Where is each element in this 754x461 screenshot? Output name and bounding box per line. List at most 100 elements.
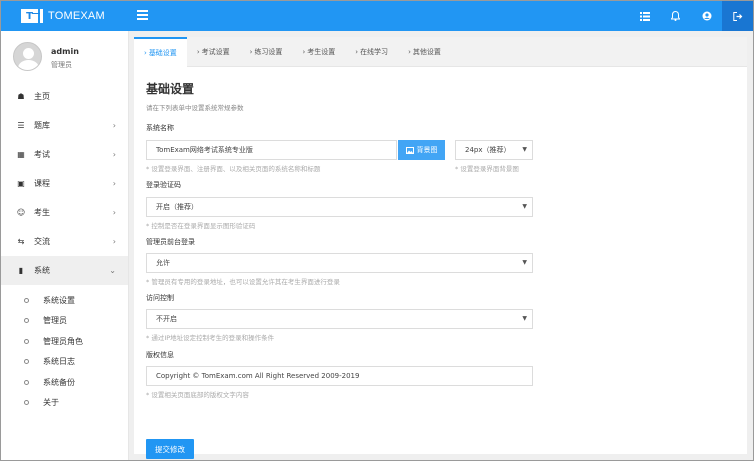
calendar-icon: ▦: [17, 150, 25, 159]
page-title: 基础设置: [146, 82, 195, 96]
settings-panel: › 基础设置 › 考试设置 › 练习设置 › 考生设置 › 在线学习 › 其他设置 基础设置…: [134, 37, 747, 459]
admin-login-help: * 管理员有专用的登录地址，也可以设置允许其在考生界面进行登录: [146, 278, 340, 286]
sidebar-item-system[interactable]: ▮ 系统 ⌄: [1, 256, 128, 285]
sidebar-menu: ☗ 主页 ☰ 题库 › ▦ 考试 › ▣ 课程 › ☺ 考生 › ⇆ 交流 › …: [1, 82, 128, 413]
tab-online-learning[interactable]: › 在线学习: [345, 37, 398, 67]
admin-login-select[interactable]: 允许 ▼: [146, 253, 533, 273]
submenu-label: 关于: [43, 398, 59, 408]
font-size-select[interactable]: 24px（推荐） ▼: [455, 140, 533, 160]
background-image-button[interactable]: 背景图: [398, 140, 445, 160]
submenu-item-admin-roles[interactable]: 管理员角色: [1, 331, 128, 352]
logo-bar: [32, 9, 43, 23]
font-size-help: * 设置登录界面背景图: [455, 165, 519, 173]
user-circle-icon[interactable]: [691, 1, 722, 31]
book-icon: ▣: [17, 179, 25, 188]
caret-down-icon: ▼: [522, 315, 527, 322]
system-name-help: * 设置登录界面、注册界面、以及相关页面的系统名称和标题: [146, 165, 321, 173]
chevron-right-icon: ›: [112, 179, 116, 188]
submenu-item-system-backup[interactable]: 系统备份: [1, 372, 128, 393]
database-icon: ☰: [17, 121, 25, 130]
tab-bar: › 基础设置 › 考试设置 › 练习设置 › 考生设置 › 在线学习 › 其他设置: [134, 37, 747, 67]
submenu-item-system-log[interactable]: 系统日志: [1, 352, 128, 373]
sidebar: admin 管理员 ☗ 主页 ☰ 题库 › ▦ 考试 › ▣ 课程 › ☺ 考生…: [1, 31, 129, 460]
tab-basic-settings[interactable]: › 基础设置: [134, 37, 187, 67]
user-icon: ☺: [16, 208, 26, 217]
tab-label: 在线学习: [360, 48, 389, 56]
avatar[interactable]: [13, 42, 42, 71]
circle-icon: [24, 400, 29, 406]
main-content: › 基础设置 › 考试设置 › 练习设置 › 考生设置 › 在线学习 › 其他设置 基础设置…: [129, 31, 753, 460]
submenu-label: 系统设置: [43, 295, 75, 305]
sidebar-item-exam[interactable]: ▦ 考试 ›: [1, 140, 128, 169]
submenu-item-system-settings[interactable]: 系统设置: [1, 290, 128, 311]
admin-login-label: 管理员前台登录: [146, 238, 195, 246]
tab-exam-settings[interactable]: › 考试设置: [187, 37, 240, 67]
top-bar: T TOMEXAM: [1, 1, 753, 31]
access-control-label: 访问控制: [146, 294, 174, 302]
login-captcha-value: 开启（推荐）: [156, 203, 198, 211]
sidebar-item-label: 系统: [34, 266, 50, 275]
access-control-select[interactable]: 不开启 ▼: [146, 309, 533, 329]
chevron-down-icon: ⌄: [109, 266, 116, 275]
sidebar-item-candidates[interactable]: ☺ 考生 ›: [1, 198, 128, 227]
chevron-right-icon: ›: [112, 237, 116, 246]
sidebar-item-label: 考生: [34, 208, 50, 217]
tab-label: 考试设置: [201, 48, 230, 56]
login-captcha-help: * 控制是否在登录界面显示图形验证码: [146, 222, 256, 230]
submenu-label: 系统备份: [43, 377, 75, 387]
background-image-button-label: 背景图: [416, 146, 438, 154]
login-captcha-select[interactable]: 开启（推荐） ▼: [146, 197, 533, 217]
logo-icon: T: [21, 9, 38, 23]
sidebar-item-label: 题库: [34, 121, 50, 130]
circle-icon: [24, 338, 29, 344]
app-window: T TOMEXAM admin 管理员 ☗ 主页 ☰ 题库 › ▦ 考试 › ▣…: [0, 0, 754, 461]
hamburger-icon[interactable]: [137, 10, 148, 21]
tab-label: 其他设置: [412, 48, 441, 56]
submenu-label: 管理员角色: [43, 336, 83, 346]
sidebar-item-label: 交流: [34, 237, 50, 246]
submit-button[interactable]: 提交修改: [146, 439, 194, 459]
shuffle-icon: ⇆: [17, 237, 25, 246]
copyright-label: 版权信息: [146, 351, 174, 359]
copyright-input[interactable]: Copyright © TomExam.com All Right Reserv…: [146, 366, 533, 386]
sidebar-item-question-bank[interactable]: ☰ 题库 ›: [1, 111, 128, 140]
tab-label: 练习设置: [254, 48, 283, 56]
sidebar-item-course[interactable]: ▣ 课程 ›: [1, 169, 128, 198]
page-subtitle: 请在下列表单中设置系统常规参数: [146, 104, 244, 112]
sidebar-item-label: 课程: [34, 179, 50, 188]
tab-label: 考生设置: [307, 48, 336, 56]
brand-name: TOMEXAM: [48, 10, 105, 22]
caret-down-icon: ▼: [522, 203, 527, 210]
brand[interactable]: T TOMEXAM: [21, 8, 105, 24]
submenu-item-about[interactable]: 关于: [1, 393, 128, 414]
submenu-item-admins[interactable]: 管理员: [1, 311, 128, 332]
tab-practice-settings[interactable]: › 练习设置: [240, 37, 293, 67]
image-icon: [405, 146, 414, 154]
tab-candidate-settings[interactable]: › 考生设置: [292, 37, 345, 67]
circle-icon: [24, 379, 29, 385]
sidebar-item-home[interactable]: ☗ 主页: [1, 82, 128, 111]
submenu-label: 系统日志: [43, 357, 75, 367]
mobile-icon: ▮: [18, 266, 24, 275]
sidebar-item-communication[interactable]: ⇆ 交流 ›: [1, 227, 128, 256]
circle-icon: [24, 297, 29, 303]
access-control-value: 不开启: [156, 315, 177, 323]
tab-other-settings[interactable]: › 其他设置: [398, 37, 451, 67]
copyright-help: * 设置相关页面底部的版权文字内容: [146, 391, 249, 399]
circle-icon: [24, 318, 29, 324]
list-icon[interactable]: [629, 1, 660, 31]
system-submenu: 系统设置 管理员 管理员角色 系统日志 系统备份 关于: [1, 285, 128, 413]
home-icon: ☗: [17, 92, 25, 101]
submenu-label: 管理员: [43, 316, 67, 326]
admin-login-value: 允许: [156, 259, 170, 267]
login-captcha-label: 登录验证码: [146, 181, 181, 189]
circle-icon: [24, 359, 29, 365]
system-name-input[interactable]: TomExam网络考试系统专业版: [146, 140, 397, 160]
tab-label: 基础设置: [148, 49, 177, 57]
sidebar-item-label: 主页: [34, 92, 50, 101]
bell-icon[interactable]: [660, 1, 691, 31]
caret-down-icon: ▼: [522, 259, 527, 266]
chevron-right-icon: ›: [112, 208, 116, 217]
system-name-label: 系统名称: [146, 124, 174, 132]
logout-icon[interactable]: [722, 1, 753, 31]
